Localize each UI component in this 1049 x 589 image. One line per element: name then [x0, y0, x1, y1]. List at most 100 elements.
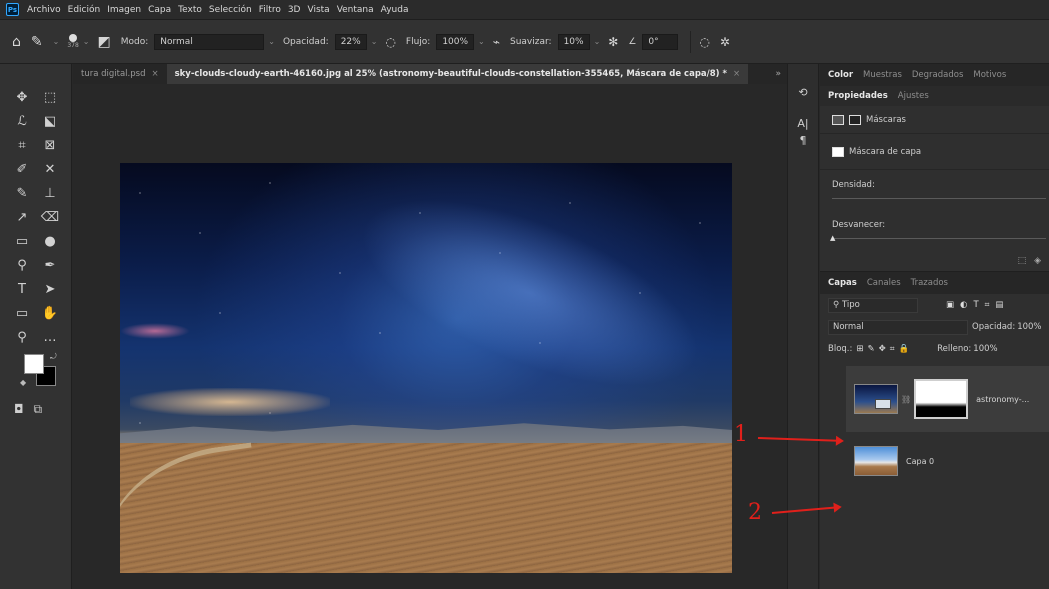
tab-propiedades[interactable]: Propiedades — [828, 91, 888, 101]
layer-row-astronomy[interactable]: ⛓ astronomy-... — [846, 366, 1049, 432]
hand-tool-icon[interactable]: ✋ — [36, 304, 64, 322]
density-slider[interactable]: Densidad: — [820, 170, 1049, 210]
rectangle-tool-icon[interactable]: ▭ — [8, 304, 36, 322]
layer-name[interactable]: astronomy-... — [976, 395, 1029, 404]
foreground-color-swatch[interactable] — [24, 354, 44, 374]
menu-capa[interactable]: Capa — [148, 5, 171, 15]
gear-icon[interactable]: ✻ — [608, 35, 618, 49]
close-icon[interactable]: × — [151, 69, 158, 79]
menu-vista[interactable]: Vista — [307, 5, 329, 15]
screen-mode-icon[interactable]: ⧉ — [34, 402, 43, 417]
default-colors-icon[interactable]: ◆ — [20, 378, 26, 387]
menu-filtro[interactable]: Filtro — [259, 5, 281, 15]
menu-imagen[interactable]: Imagen — [107, 5, 141, 15]
stamp-tool-icon[interactable]: ⊥ — [36, 184, 64, 202]
flow-input[interactable]: 100% — [436, 33, 475, 50]
dodge-tool-icon[interactable]: ⚲ — [8, 256, 36, 274]
slider-knob-icon[interactable]: ▲ — [830, 234, 835, 242]
brush-size-picker[interactable]: 378 — [67, 34, 79, 49]
more-tabs-icon[interactable]: » — [775, 69, 787, 79]
swap-colors-icon[interactable]: ⤾ — [50, 352, 57, 362]
crop-tool-icon[interactable]: ⌗ — [8, 136, 36, 154]
tab-trazados[interactable]: Trazados — [911, 278, 948, 288]
blend-mode-select[interactable]: Normal — [828, 319, 968, 335]
mode-select[interactable]: Normal — [154, 33, 265, 50]
smoothing-input[interactable]: 10% — [557, 33, 590, 50]
tab-capas[interactable]: Capas — [828, 278, 857, 288]
tab-ajustes[interactable]: Ajustes — [898, 91, 929, 101]
layer-name[interactable]: Capa 0 — [906, 457, 934, 466]
paragraph-panel-icon[interactable]: ¶ — [788, 134, 818, 147]
zoom-tool-icon[interactable]: ⚲ — [8, 328, 36, 346]
chevron-down-icon[interactable]: ⌄ — [371, 37, 378, 46]
menu-edicion[interactable]: Edición — [68, 5, 101, 15]
move-tool-icon[interactable]: ✥ — [8, 88, 36, 106]
healing-tool-icon[interactable]: ✕ — [36, 160, 64, 178]
tab-document-active[interactable]: sky-clouds-cloudy-earth-46160.jpg al 25%… — [166, 64, 749, 84]
quick-mask-icon[interactable]: ◘ — [14, 402, 24, 417]
menu-texto[interactable]: Texto — [178, 5, 202, 15]
tab-document-1[interactable]: tura digital.psd × — [73, 64, 167, 84]
eraser-tool-icon[interactable]: ⌫ — [36, 208, 64, 226]
menu-archivo[interactable]: Archivo — [27, 5, 61, 15]
frame-tool-icon[interactable]: ⊠ — [36, 136, 64, 154]
object-selection-tool-icon[interactable]: ⬕ — [36, 112, 64, 130]
pixel-mask-icon[interactable] — [832, 114, 844, 125]
link-icon[interactable]: ⛓ — [901, 395, 911, 404]
layer-opacity-value[interactable]: 100% — [1017, 322, 1041, 332]
brush-settings-icon[interactable]: ◩ — [97, 34, 110, 50]
pressure-opacity-icon[interactable]: ◌ — [385, 35, 395, 49]
menu-3d[interactable]: 3D — [288, 5, 301, 15]
close-icon[interactable]: × — [733, 69, 740, 79]
blur-tool-icon[interactable]: ● — [36, 232, 64, 250]
tab-degradados[interactable]: Degradados — [912, 70, 964, 80]
more-tools-icon[interactable]: … — [36, 328, 64, 346]
feather-track[interactable] — [832, 238, 1046, 239]
airbrush-icon[interactable]: ⌁ — [493, 35, 500, 49]
selection-icon[interactable]: ⬚ — [1018, 256, 1027, 266]
fill-value[interactable]: 100% — [973, 344, 997, 354]
filter-type-icons[interactable]: ▣◐T⌗▤ — [946, 300, 1009, 310]
photoshop-logo-icon[interactable]: Ps — [6, 3, 19, 16]
lasso-tool-icon[interactable]: ℒ — [8, 112, 36, 130]
masks-row: Máscaras — [820, 106, 1049, 134]
canvas-area[interactable] — [73, 84, 785, 589]
tab-muestras[interactable]: Muestras — [863, 70, 902, 80]
feather-slider[interactable]: Desvanecer: ▲ — [820, 210, 1049, 250]
tab-motivos[interactable]: Motivos — [973, 70, 1006, 80]
visibility-icon[interactable]: ◈ — [1034, 256, 1041, 266]
menu-seleccion[interactable]: Selección — [209, 5, 252, 15]
lock-icons[interactable]: ⊞✎✥⌗🔒 — [856, 344, 913, 354]
chevron-down-icon[interactable]: ⌄ — [53, 37, 60, 46]
density-track[interactable] — [832, 198, 1046, 199]
chevron-down-icon[interactable]: ⌄ — [594, 37, 601, 46]
tab-color[interactable]: Color — [828, 70, 853, 80]
chevron-down-icon[interactable]: ⌄ — [478, 37, 485, 46]
pen-tool-icon[interactable]: ✒ — [36, 256, 64, 274]
history-brush-icon[interactable]: ↗ — [8, 208, 36, 226]
brush-tool-icon[interactable]: ✎ — [8, 184, 36, 202]
document-image[interactable] — [120, 163, 732, 573]
pressure-size-icon[interactable]: ◌ — [699, 35, 709, 49]
marquee-tool-icon[interactable]: ⬚ — [36, 88, 64, 106]
layer-filter-select[interactable]: ⚲ Tipo — [828, 297, 918, 313]
chevron-down-icon[interactable]: ⌄ — [83, 37, 90, 46]
brush-tool-icon[interactable]: ✎ — [31, 34, 43, 50]
eyedropper-tool-icon[interactable]: ✐ — [8, 160, 36, 178]
layer-row-capa-0[interactable]: Capa 0 — [846, 438, 1049, 484]
character-panel-icon[interactable]: A| — [788, 117, 818, 130]
path-selection-tool-icon[interactable]: ➤ — [36, 280, 64, 298]
history-panel-icon[interactable]: ⟲ — [788, 86, 818, 99]
menu-ayuda[interactable]: Ayuda — [381, 5, 409, 15]
gradient-tool-icon[interactable]: ▭ — [8, 232, 36, 250]
chevron-down-icon[interactable]: ⌄ — [268, 37, 275, 46]
menu-ventana[interactable]: Ventana — [337, 5, 374, 15]
type-tool-icon[interactable]: T — [8, 280, 36, 298]
opacity-input[interactable]: 22% — [334, 33, 367, 50]
vector-mask-icon[interactable] — [849, 114, 861, 125]
tab-canales[interactable]: Canales — [867, 278, 901, 288]
layer-mask-thumbnail[interactable] — [914, 379, 969, 419]
angle-input[interactable]: 0° — [642, 33, 679, 50]
home-icon[interactable]: ⌂ — [12, 34, 21, 50]
symmetry-icon[interactable]: ✲ — [720, 35, 730, 49]
